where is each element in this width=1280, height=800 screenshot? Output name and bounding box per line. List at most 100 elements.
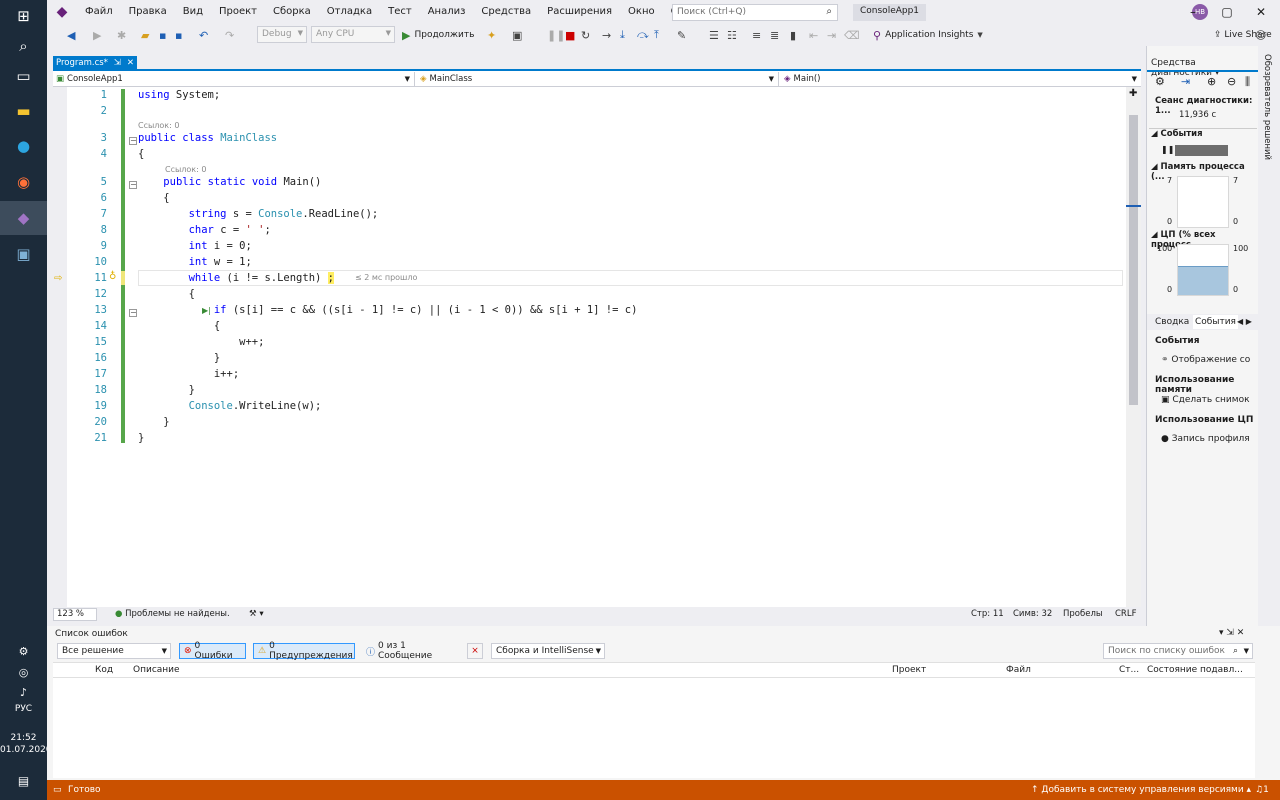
menu-item[interactable]: Вид xyxy=(175,0,211,24)
pause-icon[interactable]: ❚❚ xyxy=(1161,145,1174,154)
menu-item[interactable]: Файл xyxy=(77,0,121,24)
code-editor[interactable]: ⇨ ♁ 1 2 3 4 5 6 7 8 9 10 11 12 13 14 15 16 17 18 19 20 21 − … xyxy=(53,87,1141,607)
whitespace-mode[interactable]: Пробелы xyxy=(1063,609,1103,619)
visual-studio-icon[interactable]: ◆ xyxy=(0,201,47,235)
menu-item[interactable]: Сборка xyxy=(265,0,319,24)
nav-member-dropdown[interactable]: ◈ Main() ▼ xyxy=(781,72,1141,86)
uncomment-icon[interactable]: ☷ xyxy=(727,27,737,43)
vertical-scrollbar[interactable]: ✚ xyxy=(1126,87,1141,607)
scope-select[interactable]: Все решение ▼ xyxy=(57,643,171,659)
nav-class-dropdown[interactable]: ◈ MainClass ▼ xyxy=(417,72,779,86)
errors-filter[interactable]: ⊗ 0 Ошибки xyxy=(179,641,246,661)
glyph-margin[interactable] xyxy=(53,87,67,607)
new-item-icon[interactable]: ✱ xyxy=(117,27,126,43)
error-table-body[interactable] xyxy=(53,678,1255,778)
bookmark-icon[interactable]: ▮ xyxy=(790,27,796,43)
split-icon[interactable]: ✚ xyxy=(1129,88,1137,99)
show-next-statement-icon[interactable]: → xyxy=(602,27,611,43)
nav-project-dropdown[interactable]: ▣ ConsoleApp1 ▼ xyxy=(53,72,415,86)
collapse-icon[interactable]: − xyxy=(129,137,137,145)
menu-item[interactable]: Тест xyxy=(380,0,420,24)
minimize-icon[interactable]: – xyxy=(1178,2,1208,22)
tab-scroll-icon[interactable]: ◀ ▶ xyxy=(1237,317,1252,326)
indent-icon[interactable]: ≣ xyxy=(770,27,779,43)
cpu-graph[interactable] xyxy=(1177,244,1229,296)
step-into-icon[interactable]: ⤓ xyxy=(620,27,625,43)
scroll-thumb[interactable] xyxy=(1129,115,1138,405)
redo-icon[interactable]: ↷ xyxy=(225,27,234,43)
eol-mode[interactable]: CRLF xyxy=(1115,609,1136,619)
collapse-icon[interactable]: − xyxy=(129,309,137,317)
col-code[interactable]: Код xyxy=(95,665,113,675)
clock-date[interactable]: 01.07.2020 xyxy=(0,745,52,755)
close-icon[interactable]: ✕ xyxy=(1246,2,1276,22)
back-icon[interactable]: ◀ xyxy=(67,27,75,43)
issues-indicator[interactable]: ● Проблемы не найдены. xyxy=(115,609,230,619)
pane-controls[interactable]: ▾ ⇲ ✕ xyxy=(1219,628,1244,638)
windows-start-icon[interactable]: ⊞ xyxy=(0,0,47,32)
pause-icon[interactable]: ❚❚ xyxy=(547,27,565,43)
warnings-filter[interactable]: ⚠ 0 Предупреждения xyxy=(253,641,355,661)
col-line[interactable]: Ст... xyxy=(1119,665,1139,675)
col-description[interactable]: Описание xyxy=(133,665,180,675)
show-events-link[interactable]: ⚭ Отображение со xyxy=(1161,355,1250,365)
continue-button[interactable]: ▶ Продолжить xyxy=(402,27,474,43)
line-indicator[interactable]: Стр: 11 xyxy=(971,609,1004,619)
tab-program-cs[interactable]: Program.cs* ⇲ ✕ xyxy=(53,56,137,70)
col-project[interactable]: Проект xyxy=(892,665,926,675)
build-source-select[interactable]: Сборка и IntelliSense ▼ xyxy=(491,643,605,659)
source-control-button[interactable]: ↑ Добавить в систему управления версиями… xyxy=(1031,785,1251,795)
save-icon[interactable]: ▪ xyxy=(159,27,166,43)
open-icon[interactable]: ▰ xyxy=(141,27,149,43)
maximize-icon[interactable]: ▢ xyxy=(1212,2,1242,22)
lightbulb-icon[interactable]: ♁ xyxy=(109,271,116,282)
menu-item[interactable]: Анализ xyxy=(420,0,474,24)
search-icon[interactable]: ⌕ xyxy=(0,30,47,62)
zoom-out-icon[interactable]: ⊖ xyxy=(1227,75,1236,88)
language-indicator[interactable]: РУС xyxy=(0,704,47,714)
collapse-icon[interactable]: − xyxy=(129,181,137,189)
col-file[interactable]: Файл xyxy=(1006,665,1031,675)
config-select[interactable]: Debug ▼ xyxy=(257,26,307,43)
menu-item[interactable]: Правка xyxy=(121,0,175,24)
screenshot-icon[interactable]: ▣ xyxy=(512,27,522,43)
undo-icon[interactable]: ↶ xyxy=(199,27,208,43)
zoom-in-icon[interactable]: ⊕ xyxy=(1207,75,1216,88)
next-bookmark-icon[interactable]: ⇥ xyxy=(827,27,836,43)
tab-events[interactable]: События xyxy=(1193,315,1238,329)
save-all-icon[interactable]: ▪ xyxy=(175,27,182,43)
file-explorer-icon[interactable]: ▬ xyxy=(0,95,47,127)
hex-icon[interactable]: ✎ xyxy=(677,27,686,43)
record-profile-button[interactable]: ● Запись профиля xyxy=(1161,434,1250,444)
reference-hint[interactable]: Ссылок: 0 xyxy=(165,165,206,174)
export-icon[interactable]: ⇥ xyxy=(1181,75,1190,88)
filter-toggle[interactable]: ⨯ xyxy=(467,643,483,659)
tab-summary[interactable]: Сводка xyxy=(1155,317,1189,327)
error-search-input[interactable]: Поиск по списку ошибок ⌕ ▼ xyxy=(1103,643,1253,659)
step-over-icon[interactable]: ⤼ xyxy=(637,27,649,43)
events-section[interactable]: ◢ События xyxy=(1151,129,1203,139)
menu-item[interactable]: Отладка xyxy=(319,0,380,24)
clear-bookmarks-icon[interactable]: ⌫ xyxy=(844,27,860,43)
app-window-icon[interactable]: ▣ xyxy=(0,238,47,270)
memory-graph[interactable] xyxy=(1177,176,1229,228)
solution-explorer-tab[interactable]: Обозреватель решений xyxy=(1258,46,1280,626)
zoom-select[interactable]: 123 % xyxy=(53,608,97,621)
task-view-icon[interactable]: ▭ xyxy=(0,60,47,92)
pin-icon[interactable]: ⇲ xyxy=(114,58,121,68)
col-suppression[interactable]: Состояние подавл... xyxy=(1147,665,1243,675)
reference-hint[interactable]: Ссылок: 0 xyxy=(138,121,179,130)
prev-bookmark-icon[interactable]: ⇤ xyxy=(809,27,818,43)
platform-select[interactable]: Any CPU ▼ xyxy=(311,26,395,43)
settings-icon[interactable]: ⚙ xyxy=(1155,75,1165,88)
notifications-button[interactable]: ♫1 xyxy=(1255,785,1269,795)
stop-icon[interactable]: ■ xyxy=(565,27,575,43)
menu-item[interactable]: Окно xyxy=(620,0,663,24)
hot-reload-icon[interactable]: ✦ xyxy=(487,27,496,43)
firefox-icon[interactable]: ◉ xyxy=(0,166,47,198)
search-input[interactable]: Поиск (Ctrl+Q) ⌕ xyxy=(672,4,838,21)
notification-icon[interactable]: ▤ xyxy=(0,765,47,797)
comment-icon[interactable]: ☰ xyxy=(709,27,719,43)
telegram-icon[interactable]: ● xyxy=(0,130,47,162)
close-tab-icon[interactable]: ✕ xyxy=(127,58,134,68)
